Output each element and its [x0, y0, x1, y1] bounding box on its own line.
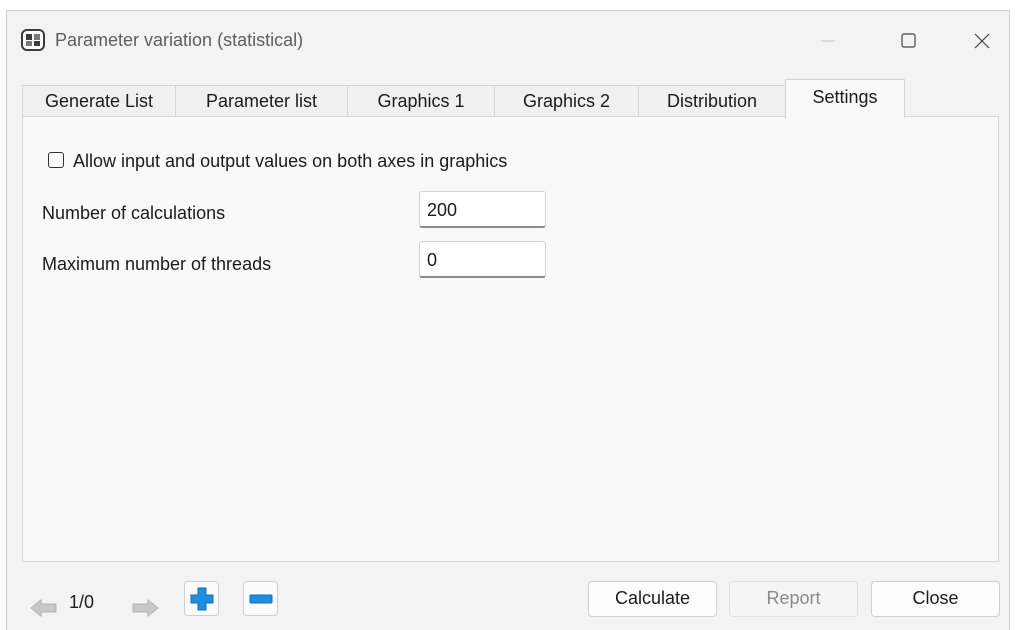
window-title: Parameter variation (statistical) — [55, 30, 304, 50]
allow-both-axes-checkbox[interactable] — [48, 152, 64, 168]
tab-graphics-1[interactable]: Graphics 1 — [347, 85, 495, 117]
minimize-button[interactable] — [805, 21, 851, 61]
maximize-button[interactable] — [885, 21, 931, 61]
number-of-calculations-label: Number of calculations — [42, 203, 226, 223]
plus-icon — [190, 587, 214, 611]
minimize-icon — [821, 40, 835, 42]
allow-both-axes-label[interactable]: Allow input and output values on both ax… — [73, 151, 507, 172]
number-of-calculations-input[interactable]: 200 — [419, 191, 546, 228]
tab-distribution[interactable]: Distribution — [638, 85, 786, 117]
arrow-left-icon[interactable] — [30, 598, 58, 618]
max-threads-label: Maximum number of threads — [42, 254, 272, 274]
add-button[interactable] — [184, 581, 219, 616]
settings-panel: Allow input and output values on both ax… — [22, 116, 999, 562]
tab-graphics-2[interactable]: Graphics 2 — [494, 85, 639, 117]
minus-icon — [249, 594, 273, 604]
arrow-right-icon[interactable] — [131, 598, 159, 618]
tab-settings[interactable]: Settings — [785, 79, 905, 118]
tab-parameter-list[interactable]: Parameter list — [175, 85, 348, 117]
calculate-button[interactable]: Calculate — [588, 581, 717, 617]
tab-generate-list[interactable]: Generate List — [22, 85, 176, 117]
max-threads-input[interactable]: 0 — [419, 241, 546, 278]
remove-button[interactable] — [243, 581, 278, 616]
report-button[interactable]: Report — [729, 581, 858, 617]
close-icon — [974, 33, 990, 49]
page-counter: 1/0 — [69, 592, 95, 612]
maximize-icon — [901, 33, 916, 48]
close-window-button[interactable] — [959, 21, 1005, 61]
close-button[interactable]: Close — [871, 581, 1000, 617]
title-bar: Parameter variation (statistical) — [7, 11, 1009, 73]
app-logo-icon — [21, 29, 45, 51]
